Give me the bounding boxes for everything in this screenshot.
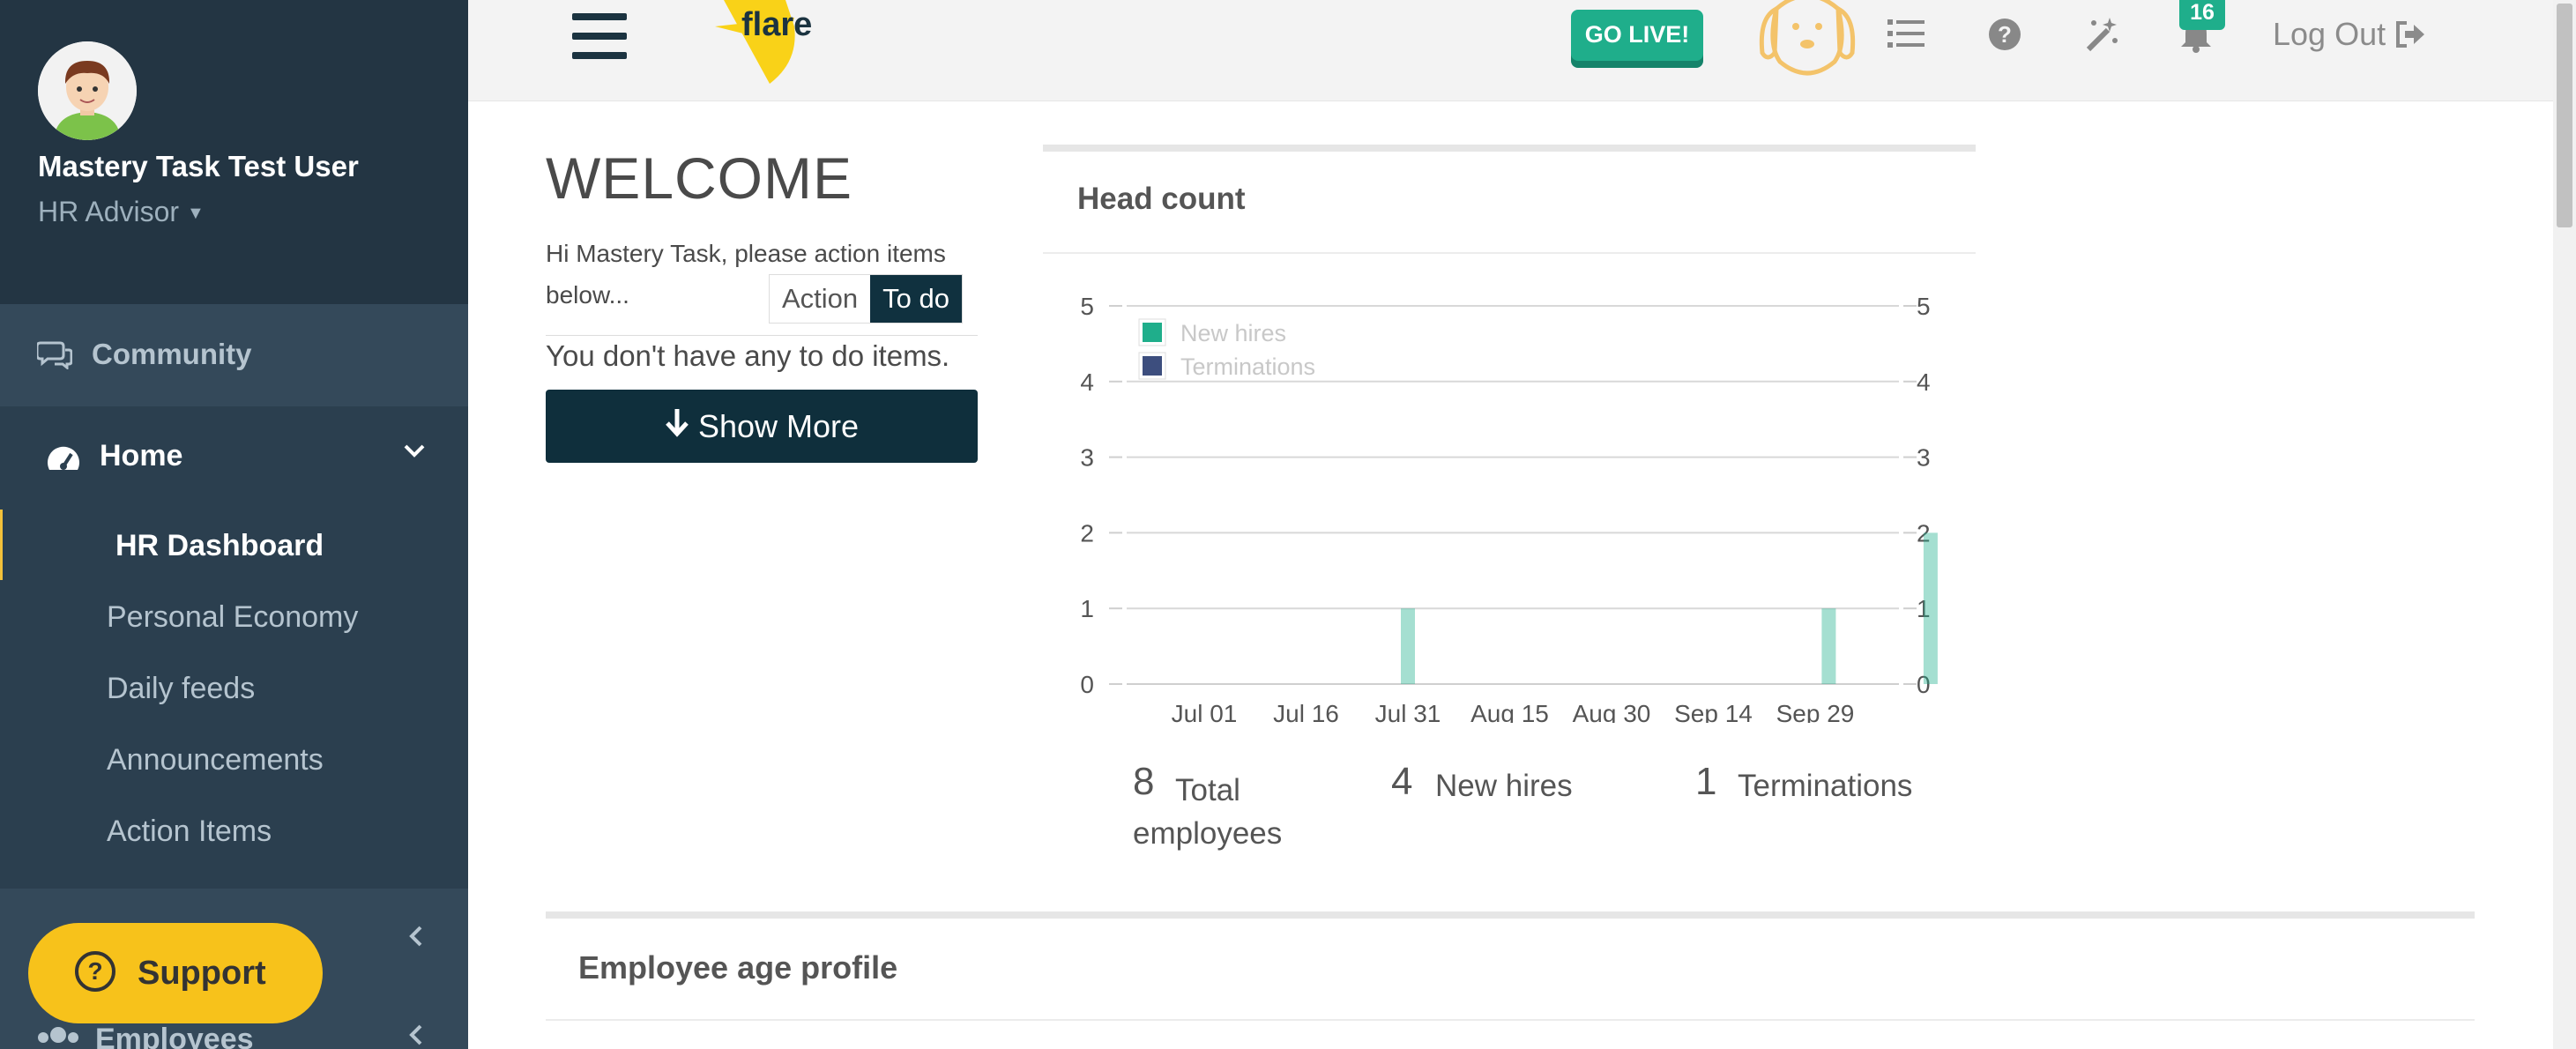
flare-logo[interactable]: flare — [689, 0, 812, 93]
y-tick-label-right: 3 — [1917, 444, 1931, 472]
sidebar-item-personal-economy[interactable]: Personal Economy — [107, 600, 358, 635]
y-tick-label: 3 — [1080, 444, 1094, 472]
sidebar-item-label: Home — [100, 439, 183, 472]
empty-todo-message: You don't have any to do items. — [546, 339, 950, 372]
y-tick-label: 4 — [1080, 368, 1094, 396]
top-bar: flare GO LIVE! ? 16 Log Out — [468, 0, 2576, 101]
dashboard-icon — [46, 442, 81, 478]
logo-text: flare — [741, 6, 812, 43]
y-tick-label: 2 — [1080, 519, 1094, 547]
logout-button[interactable]: Log Out — [2273, 16, 2426, 53]
stat-total-label: Total employees — [1133, 773, 1283, 851]
x-tick-label: Sep 29 — [1776, 700, 1855, 723]
x-tick-label: Sep 14 — [1674, 700, 1753, 723]
hamburger-menu-icon[interactable] — [572, 13, 627, 63]
logout-label: Log Out — [2273, 16, 2386, 52]
bar-new-hires — [1821, 608, 1836, 684]
legend-label: Terminations — [1180, 353, 1315, 380]
show-more-button[interactable]: Show More — [546, 390, 978, 463]
help-icon[interactable]: ? — [1988, 18, 2021, 56]
y-tick-label-right: 5 — [1917, 293, 1931, 320]
go-live-button[interactable]: GO LIVE! — [1571, 10, 1703, 61]
sidebar-item-announcements[interactable]: Announcements — [107, 743, 324, 777]
show-more-label: Show More — [697, 407, 860, 444]
welcome-title: WELCOME — [546, 145, 853, 211]
headcount-chart: 012345 012345 Jul 01 Jul 16 Jul 31 Aug 15 Au… — [1080, 293, 1938, 723]
bar-new-hires — [1401, 608, 1415, 684]
legend-swatch — [1143, 356, 1162, 376]
support-label: Support — [138, 955, 266, 992]
caret-down-icon: ▼ — [186, 204, 205, 224]
divider — [546, 1019, 2475, 1021]
sidebar-item-hr-dashboard[interactable]: HR Dashboard — [115, 529, 324, 563]
stat-terminations-value: 1 — [1695, 760, 1717, 803]
page-scrollbar[interactable] — [2553, 0, 2576, 1049]
action-tab[interactable]: Action — [770, 275, 871, 323]
stat-terminations-label: Terminations — [1738, 769, 1913, 803]
chevron-left-icon[interactable] — [407, 924, 425, 953]
divider — [1043, 252, 1976, 254]
support-button[interactable]: ? Support — [28, 923, 323, 1023]
x-tick-label: Jul 01 — [1172, 700, 1238, 723]
notification-badge: 16 — [2179, 0, 2225, 30]
x-tick-label: Aug 15 — [1470, 700, 1549, 723]
headcount-card-border — [1043, 145, 1976, 152]
y-tick-label: 1 — [1080, 595, 1094, 622]
bar-new-hires — [1923, 532, 1938, 684]
age-profile-card-border — [546, 911, 2475, 919]
chevron-down-icon — [402, 442, 427, 464]
svg-text:?: ? — [1998, 21, 2012, 48]
question-icon: ? — [75, 951, 115, 992]
sign-out-icon — [2394, 16, 2426, 52]
scrollbar-thumb[interactable] — [2557, 4, 2572, 227]
todo-tab[interactable]: To do — [870, 275, 963, 323]
x-tick-label: Jul 16 — [1273, 700, 1339, 723]
sidebar-item-label: Community — [92, 338, 252, 370]
stat-new-hires-value: 4 — [1391, 760, 1413, 803]
sidebar-item-employees[interactable]: Employees — [95, 1023, 254, 1049]
list-icon[interactable] — [1887, 18, 1925, 54]
legend-label: New hires — [1180, 320, 1286, 346]
user-role-dropdown[interactable]: HR Advisor ▼ — [38, 196, 205, 228]
sidebar: Mastery Task Test User HR Advisor ▼ Comm… — [0, 0, 468, 1049]
age-profile-title: Employee age profile — [578, 949, 898, 986]
user-name: Mastery Task Test User — [38, 150, 359, 182]
action-todo-toggle: Action To do — [769, 274, 964, 324]
x-tick-label: Jul 31 — [1375, 700, 1441, 723]
x-tick-label: Aug 30 — [1573, 700, 1651, 723]
y-tick-label: 0 — [1080, 671, 1094, 698]
sidebar-item-community[interactable]: Community — [0, 304, 468, 406]
y-tick-label-right: 4 — [1917, 368, 1931, 396]
users-icon — [35, 1026, 81, 1049]
active-indicator — [0, 510, 3, 580]
user-role-label: HR Advisor — [38, 196, 180, 227]
legend-swatch — [1143, 323, 1162, 342]
chevron-left-icon[interactable] — [407, 1023, 425, 1049]
sidebar-item-home[interactable]: Home — [0, 406, 468, 510]
user-profile: Mastery Task Test User HR Advisor ▼ — [0, 0, 468, 304]
dog-mascot-icon[interactable] — [1750, 0, 1865, 93]
arrow-down-icon — [665, 407, 689, 445]
sidebar-item-action-items[interactable]: Action Items — [107, 815, 272, 849]
sidebar-item-daily-feeds[interactable]: Daily feeds — [107, 672, 255, 706]
comments-icon — [35, 339, 73, 374]
headcount-title: Head count — [1077, 182, 1246, 216]
magic-wand-icon[interactable] — [2083, 16, 2120, 57]
stat-new-hires-label: New hires — [1435, 769, 1573, 803]
y-tick-label: 5 — [1080, 293, 1094, 320]
avatar[interactable] — [38, 41, 137, 140]
divider — [546, 335, 978, 336]
